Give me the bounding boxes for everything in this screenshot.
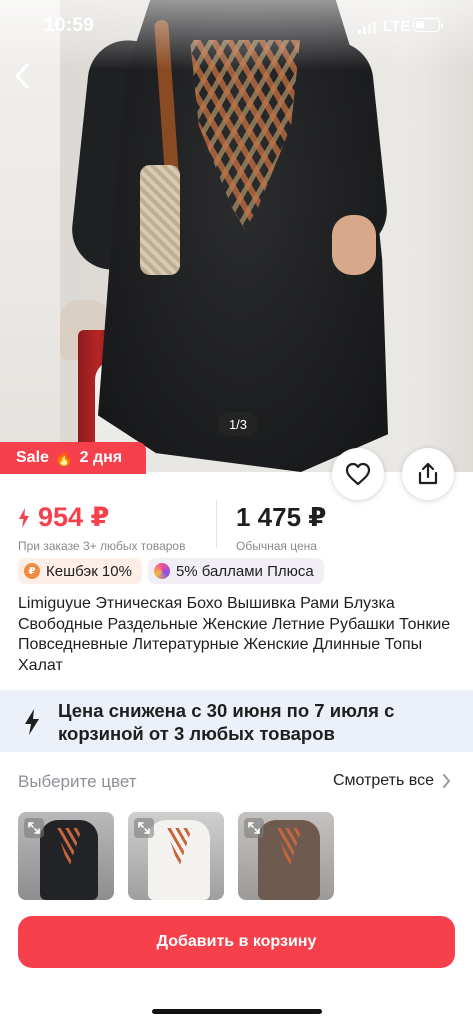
- share-icon: [418, 462, 438, 485]
- woven-bag: [140, 165, 180, 275]
- status-time: 10:59: [44, 15, 95, 36]
- product-image[interactable]: [0, 0, 473, 472]
- add-to-cart-button[interactable]: Добавить в корзину: [18, 916, 455, 968]
- sale-badge: Sale 🔥 2 дня: [0, 442, 146, 474]
- status-bar: 10:59 LTE: [0, 0, 473, 52]
- model-hand: [332, 215, 376, 275]
- plus-points-chip[interactable]: 5% баллами Плюса: [147, 558, 324, 584]
- chevron-left-icon: [15, 63, 29, 89]
- cashback-label: Кешбэк 10%: [46, 562, 132, 580]
- network-label: LTE: [383, 18, 411, 35]
- color-option-brown[interactable]: [238, 812, 334, 900]
- see-all-label: Смотреть все: [332, 772, 434, 789]
- see-all-colors-link[interactable]: Смотреть все: [333, 772, 451, 790]
- color-options: [18, 812, 334, 900]
- expand-icon[interactable]: [244, 818, 264, 838]
- regular-price-block: 1 475 ₽ Обычная цена: [236, 502, 326, 553]
- product-title: Limiguyue Этническая Бохо Вышивка Рами Б…: [18, 595, 451, 674]
- cashback-icon: ₽: [24, 563, 40, 579]
- sale-duration: 2 дня: [79, 449, 123, 466]
- price-drop-banner: Цена снижена с 30 июня по 7 июля с корзи…: [0, 690, 473, 752]
- image-page-indicator: 1/3: [218, 412, 258, 436]
- favorite-button[interactable]: [332, 448, 384, 500]
- price-drop-text: Цена снижена с 30 июня по 7 июля с корзи…: [58, 700, 395, 744]
- lightning-icon: [25, 709, 39, 735]
- expand-icon[interactable]: [134, 818, 154, 838]
- plus-points-label: 5% баллами Плюса: [175, 562, 314, 580]
- color-section-heading: Выберите цвет: [18, 772, 137, 791]
- home-indicator[interactable]: [152, 1009, 322, 1014]
- plus-icon: [153, 563, 170, 579]
- regular-price-note: Обычная цена: [236, 539, 317, 553]
- price-divider: [216, 500, 217, 548]
- share-button[interactable]: [402, 448, 454, 500]
- fire-icon: 🔥: [54, 450, 74, 467]
- sale-label: Sale: [16, 449, 49, 466]
- back-button[interactable]: [8, 60, 36, 92]
- discount-price-block: 954 ₽ При заказе 3+ любых товаров: [18, 502, 185, 553]
- battery-icon: [413, 18, 443, 32]
- color-option-white[interactable]: [128, 812, 224, 900]
- expand-icon[interactable]: [24, 818, 44, 838]
- discount-price: 954 ₽: [38, 502, 110, 532]
- color-option-black[interactable]: [18, 812, 114, 900]
- cashback-chip[interactable]: ₽ Кешбэк 10%: [18, 558, 142, 584]
- signal-icon: [358, 20, 378, 34]
- chevron-right-icon: [443, 774, 450, 788]
- regular-price: 1 475 ₽: [236, 502, 327, 532]
- benefit-chips: ₽ Кешбэк 10% 5% баллами Плюса: [18, 558, 324, 584]
- heart-icon: [345, 462, 371, 486]
- discount-price-note: При заказе 3+ любых товаров: [18, 539, 186, 553]
- lightning-icon: [19, 507, 29, 528]
